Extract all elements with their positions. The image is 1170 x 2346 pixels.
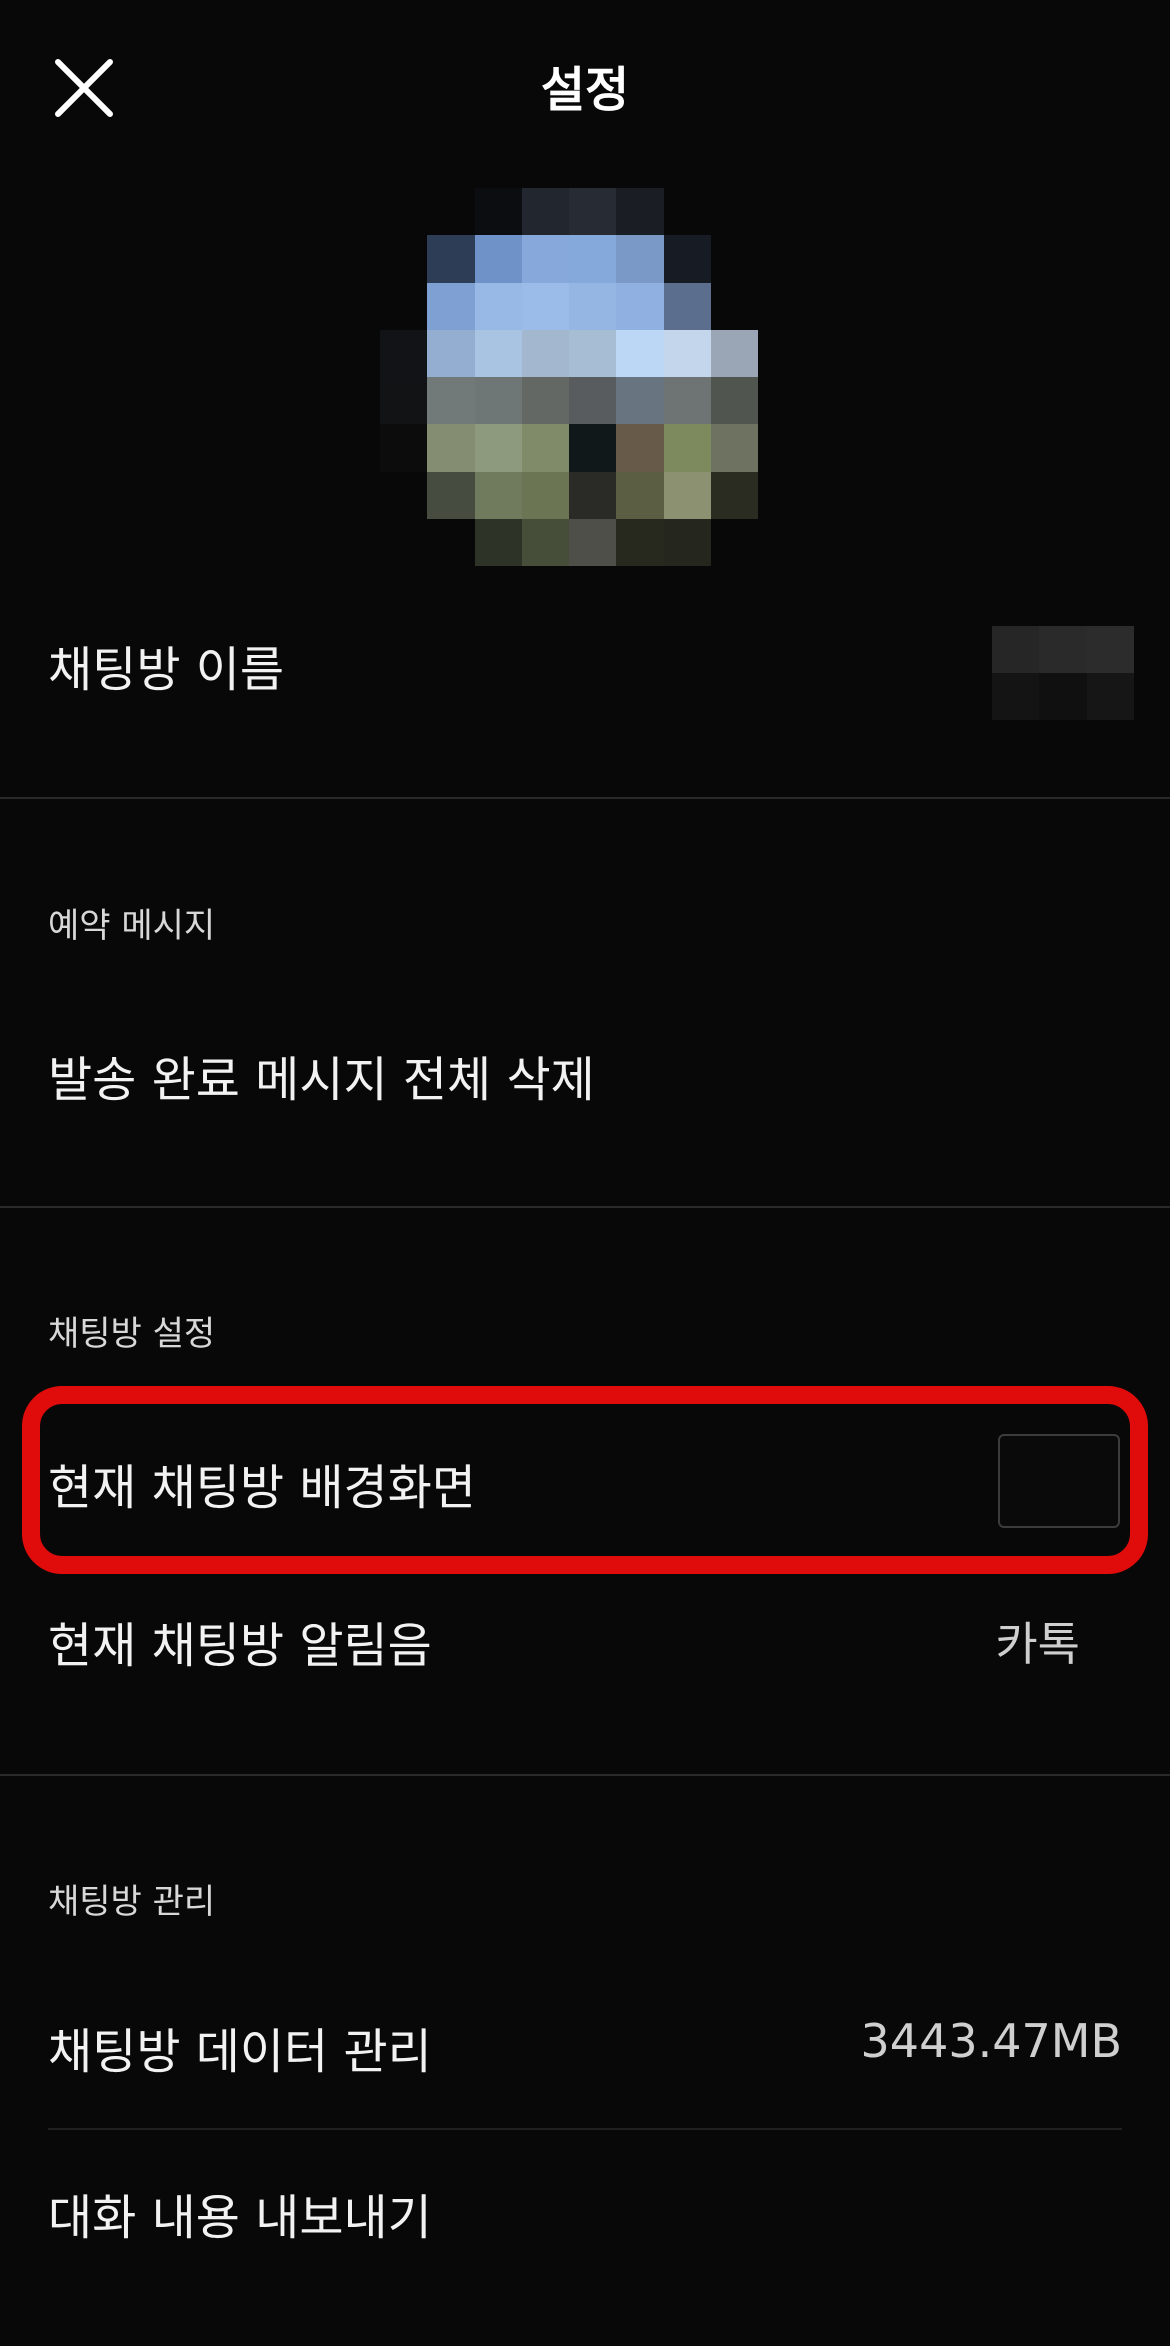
data-management-row[interactable]: 채팅방 데이터 관리 3443.47MB bbox=[0, 1970, 1170, 2120]
avatar-pixel bbox=[380, 188, 428, 236]
wallpaper-thumbnail[interactable] bbox=[998, 1434, 1120, 1528]
divider bbox=[0, 797, 1170, 799]
avatar-pixel bbox=[380, 235, 428, 283]
name-blur-pixel bbox=[1086, 626, 1134, 673]
name-blur-pixel bbox=[992, 673, 1040, 720]
avatar-pixel bbox=[380, 518, 428, 566]
avatar-pixel bbox=[663, 235, 711, 283]
avatar-pixel bbox=[569, 235, 617, 283]
avatar-pixel bbox=[474, 471, 522, 519]
avatar-pixel bbox=[521, 424, 569, 472]
avatar-pixel bbox=[569, 282, 617, 330]
avatar-pixel bbox=[474, 235, 522, 283]
avatar-pixel bbox=[616, 377, 664, 425]
header: 설정 bbox=[0, 0, 1170, 170]
avatar-pixel bbox=[380, 471, 428, 519]
avatar-pixel bbox=[521, 188, 569, 236]
avatar-pixel bbox=[569, 471, 617, 519]
notification-sound-label: 현재 채팅방 알림음 bbox=[48, 1618, 432, 1674]
avatar-pixel bbox=[474, 377, 522, 425]
data-management-size: 3443.47MB bbox=[860, 2014, 1122, 2068]
section-label-scheduled-messages: 예약 메시지 bbox=[48, 906, 216, 946]
avatar-pixel bbox=[380, 377, 428, 425]
avatar-pixel bbox=[710, 518, 758, 566]
section-label-chat-settings: 채팅방 설정 bbox=[48, 1314, 216, 1354]
avatar-pixel bbox=[521, 518, 569, 566]
notification-sound-value: 카톡 bbox=[995, 1617, 1080, 1671]
avatar-pixel bbox=[663, 424, 711, 472]
chat-room-avatar[interactable] bbox=[380, 188, 758, 566]
avatar-pixel bbox=[616, 471, 664, 519]
avatar-pixel bbox=[474, 518, 522, 566]
avatar-pixel bbox=[427, 329, 475, 377]
delete-sent-messages-label: 발송 완료 메시지 전체 삭제 bbox=[48, 1052, 595, 1108]
avatar-pixel bbox=[380, 424, 428, 472]
avatar-pixel bbox=[474, 188, 522, 236]
divider bbox=[48, 1560, 1122, 1562]
avatar-pixel bbox=[521, 377, 569, 425]
avatar-pixel bbox=[427, 377, 475, 425]
avatar-pixel bbox=[663, 188, 711, 236]
section-label-chat-management: 채팅방 관리 bbox=[48, 1882, 216, 1922]
chat-room-name-value bbox=[992, 626, 1134, 720]
avatar-pixel bbox=[663, 282, 711, 330]
avatar-pixel bbox=[427, 471, 475, 519]
avatar-pixel bbox=[380, 329, 428, 377]
avatar-pixel bbox=[569, 188, 617, 236]
avatar-pixel bbox=[616, 329, 664, 377]
avatar-pixel bbox=[710, 377, 758, 425]
divider bbox=[48, 2128, 1122, 2130]
avatar-pixel bbox=[427, 424, 475, 472]
avatar-pixel bbox=[663, 377, 711, 425]
avatar-pixel bbox=[427, 282, 475, 330]
avatar-pixel bbox=[616, 424, 664, 472]
avatar-pixel bbox=[427, 235, 475, 283]
avatar-pixel bbox=[569, 377, 617, 425]
avatar-pixel bbox=[521, 282, 569, 330]
avatar-pixel bbox=[710, 235, 758, 283]
data-management-label: 채팅방 데이터 관리 bbox=[48, 2024, 432, 2080]
avatar-pixel bbox=[521, 471, 569, 519]
avatar-pixel bbox=[569, 424, 617, 472]
delete-sent-messages-row[interactable]: 발송 완료 메시지 전체 삭제 bbox=[0, 1000, 1170, 1140]
avatar-pixel bbox=[427, 188, 475, 236]
export-chat-row[interactable]: 대화 내용 내보내기 bbox=[0, 2132, 1170, 2282]
avatar-pixel bbox=[521, 235, 569, 283]
avatar-pixel bbox=[616, 282, 664, 330]
avatar-pixel bbox=[380, 282, 428, 330]
avatar-pixel bbox=[710, 329, 758, 377]
avatar-pixel bbox=[616, 188, 664, 236]
wallpaper-row[interactable]: 현재 채팅방 배경화면 bbox=[0, 1404, 1170, 1556]
page-title: 설정 bbox=[540, 62, 630, 118]
divider bbox=[0, 1206, 1170, 1208]
avatar-pixel bbox=[663, 518, 711, 566]
wallpaper-label: 현재 채팅방 배경화면 bbox=[48, 1460, 476, 1516]
avatar-pixel bbox=[663, 471, 711, 519]
avatar-pixel bbox=[710, 188, 758, 236]
avatar-pixel bbox=[569, 518, 617, 566]
avatar-pixel bbox=[616, 518, 664, 566]
avatar-pixel bbox=[710, 424, 758, 472]
avatar-pixel bbox=[474, 282, 522, 330]
avatar-pixel bbox=[521, 329, 569, 377]
export-chat-label: 대화 내용 내보내기 bbox=[48, 2190, 432, 2246]
chat-room-name-label: 채팅방 이름 bbox=[48, 642, 285, 698]
avatar-pixel bbox=[663, 329, 711, 377]
notification-sound-row[interactable]: 현재 채팅방 알림음 카톡 bbox=[0, 1564, 1170, 1716]
divider bbox=[0, 1774, 1170, 1776]
name-blur-pixel bbox=[992, 626, 1040, 673]
avatar-pixel bbox=[710, 282, 758, 330]
avatar-pixel bbox=[710, 471, 758, 519]
avatar-pixel bbox=[569, 329, 617, 377]
avatar-pixel bbox=[474, 329, 522, 377]
avatar-pixel bbox=[427, 518, 475, 566]
name-blur-pixel bbox=[1086, 673, 1134, 720]
avatar-pixel bbox=[474, 424, 522, 472]
name-blur-pixel bbox=[1039, 673, 1087, 720]
name-blur-pixel bbox=[1039, 626, 1087, 673]
avatar-pixel bbox=[616, 235, 664, 283]
